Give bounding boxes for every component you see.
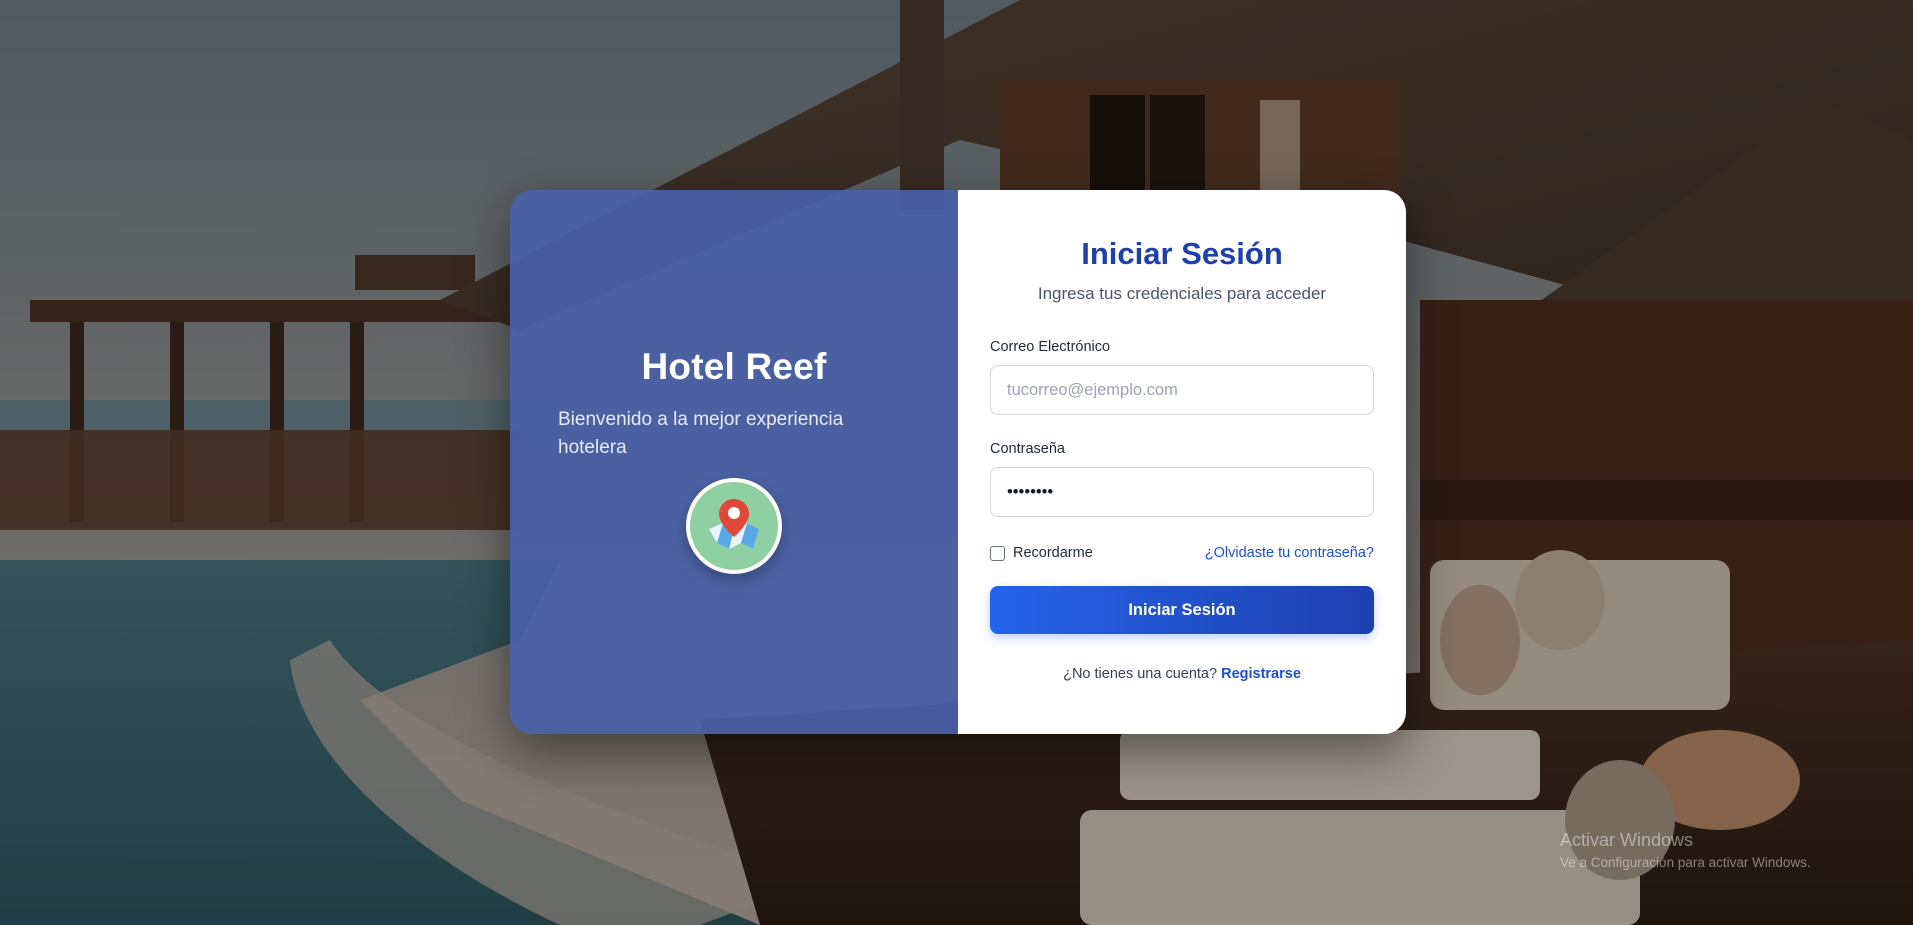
password-field[interactable]	[990, 467, 1374, 517]
login-button[interactable]: Iniciar Sesión	[990, 586, 1374, 634]
brand-panel: Hotel Reef Bienvenido a la mejor experie…	[510, 190, 958, 734]
form-title: Iniciar Sesión	[1081, 236, 1283, 271]
login-form-panel: Iniciar Sesión Ingresa tus credenciales …	[958, 190, 1406, 734]
watermark-title: Activar Windows	[1560, 830, 1694, 850]
remember-row: Recordarme ¿Olvidaste tu contraseña?	[990, 542, 1374, 564]
password-label: Contraseña	[990, 441, 1065, 457]
register-row: ¿No tienes una cuenta? Registrarse	[958, 666, 1406, 682]
brand-title: Hotel Reef	[641, 346, 827, 387]
brand-subtitle: Bienvenido a la mejor experiencia hotele…	[558, 409, 844, 458]
form-subtitle: Ingresa tus credenciales para acceder	[1037, 284, 1327, 303]
windows-activation-watermark: Activar Windows Ve a Configuración para …	[1560, 830, 1811, 870]
map-pin-icon	[686, 478, 782, 574]
register-link[interactable]: Registrarse	[1221, 666, 1301, 682]
remember-checkbox[interactable]	[990, 545, 1005, 561]
email-label: Correo Electrónico	[990, 339, 1111, 355]
login-card: Hotel Reef Bienvenido a la mejor experie…	[510, 190, 1406, 734]
remember-me[interactable]: Recordarme	[990, 545, 1093, 561]
remember-label: Recordarme	[1013, 545, 1093, 561]
email-field[interactable]	[990, 365, 1374, 415]
watermark-subtitle: Ve a Configuración para activar Windows.	[1560, 855, 1811, 870]
forgot-password-link[interactable]: ¿Olvidaste tu contraseña?	[1205, 545, 1374, 561]
register-prompt: ¿No tienes una cuenta?	[1063, 666, 1222, 682]
